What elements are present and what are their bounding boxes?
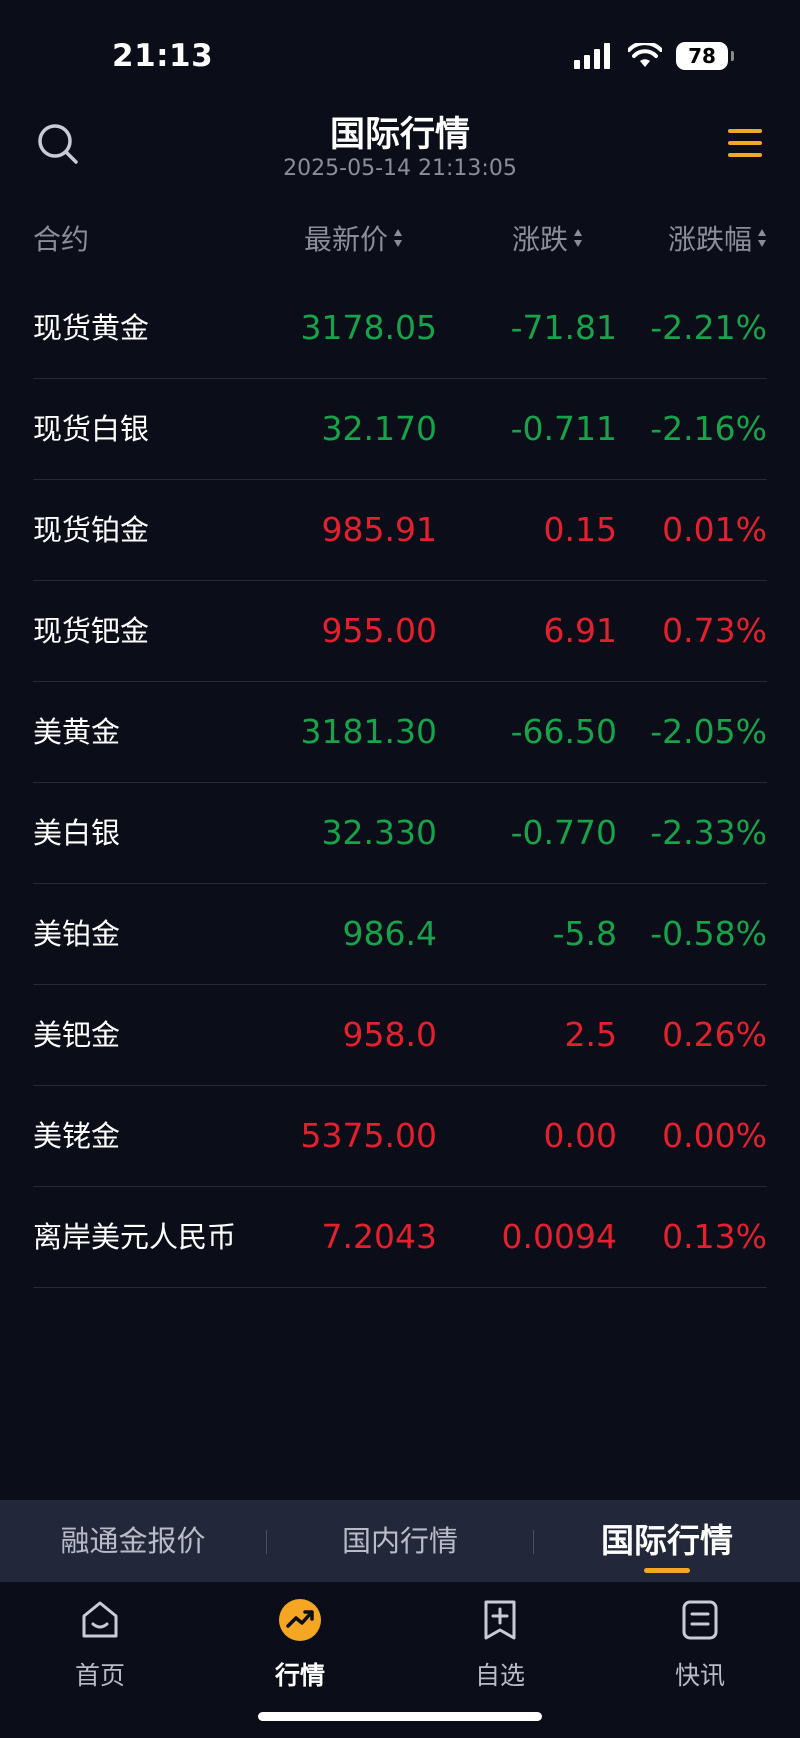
- change-percent: -2.21%: [650, 308, 767, 347]
- latest-price: 3178.05: [300, 308, 437, 347]
- nav-news-label: 快讯: [674, 1661, 725, 1690]
- instrument-name: 现货钯金: [33, 614, 150, 648]
- instrument-name: 美钯金: [33, 1018, 121, 1052]
- nav-home[interactable]: 首页: [0, 1590, 200, 1700]
- latest-price: 3181.30: [300, 712, 437, 751]
- nav-watchlist[interactable]: 自选: [400, 1590, 600, 1700]
- watchlist-icon: [484, 1600, 516, 1640]
- change-percent: 0.26%: [662, 1015, 767, 1054]
- price-change: 0.00: [543, 1116, 617, 1155]
- price-change: -0.711: [510, 409, 617, 448]
- sort-icon: [574, 229, 582, 247]
- price-change: 2.5: [564, 1015, 617, 1054]
- change-percent: -2.33%: [650, 813, 767, 852]
- price-change: 0.0094: [501, 1217, 617, 1256]
- instrument-name: 美铂金: [33, 917, 121, 951]
- sort-change-button[interactable]: 涨跌: [512, 218, 583, 258]
- instrument-name: 离岸美元人民币: [33, 1220, 237, 1254]
- quote-row[interactable]: 美钯金 958.0 2.5 0.26%: [33, 985, 767, 1086]
- latest-price: 32.330: [321, 813, 437, 852]
- nav-market[interactable]: 行情: [200, 1590, 400, 1700]
- column-name: 合约: [33, 218, 89, 258]
- column-name-label: 合约: [33, 223, 90, 256]
- price-change: -71.81: [510, 308, 617, 347]
- latest-price: 955.00: [321, 611, 437, 650]
- quote-row[interactable]: 现货铂金 985.91 0.15 0.01%: [33, 480, 767, 581]
- latest-price: 985.91: [321, 510, 437, 549]
- instrument-name: 美黄金: [33, 715, 121, 749]
- price-change: -5.8: [552, 914, 617, 953]
- column-header: 合约 最新价 涨跌 涨跌幅: [0, 210, 800, 266]
- active-tab-indicator: [644, 1568, 690, 1573]
- signal-icon: [574, 43, 610, 69]
- tab-domestic-market[interactable]: 国内行情: [267, 1500, 533, 1582]
- price-change: 0.15: [543, 510, 617, 549]
- column-price-label: 最新价: [303, 223, 388, 256]
- battery-level: 78: [688, 44, 716, 68]
- change-percent: -2.05%: [650, 712, 767, 751]
- change-percent: 0.01%: [662, 510, 767, 549]
- quote-row[interactable]: 现货黄金 3178.05 -71.81 -2.21%: [33, 278, 767, 379]
- change-percent: 0.73%: [662, 611, 767, 650]
- price-change: -0.770: [510, 813, 617, 852]
- battery-icon: 78: [676, 42, 734, 70]
- nav-news[interactable]: 快讯: [600, 1590, 800, 1700]
- home-indicator: [258, 1712, 542, 1721]
- status-icons: 78: [574, 42, 734, 70]
- instrument-name: 美铑金: [33, 1119, 121, 1153]
- update-timestamp: 2025-05-14 21:13:05: [283, 156, 517, 181]
- quote-row[interactable]: 美铑金 5375.00 0.00 0.00%: [33, 1086, 767, 1187]
- instrument-name: 现货铂金: [33, 513, 150, 547]
- latest-price: 5375.00: [300, 1116, 437, 1155]
- column-change-label: 涨跌: [511, 223, 568, 256]
- latest-price: 986.4: [342, 914, 437, 953]
- menu-icon[interactable]: [726, 126, 764, 160]
- page-title: 国际行情: [329, 115, 470, 155]
- sort-icon: [394, 229, 402, 247]
- quote-list: 现货黄金 3178.05 -71.81 -2.21% 现货白银 32.170 -…: [33, 278, 767, 1288]
- quote-row[interactable]: 美黄金 3181.30 -66.50 -2.05%: [33, 682, 767, 783]
- nav-home-label: 首页: [74, 1661, 125, 1690]
- news-icon: [682, 1600, 718, 1640]
- change-percent: -2.16%: [650, 409, 767, 448]
- instrument-name: 美白银: [33, 816, 121, 850]
- latest-price: 7.2043: [321, 1217, 437, 1256]
- latest-price: 958.0: [342, 1015, 437, 1054]
- change-percent: -0.58%: [650, 914, 767, 953]
- change-percent: 0.00%: [662, 1116, 767, 1155]
- quote-row[interactable]: 美白银 32.330 -0.770 -2.33%: [33, 783, 767, 884]
- price-change: -66.50: [510, 712, 617, 751]
- quote-row[interactable]: 现货白银 32.170 -0.711 -2.16%: [33, 379, 767, 480]
- home-icon: [82, 1601, 118, 1638]
- column-pct-label: 涨跌幅: [667, 223, 752, 256]
- sort-icon: [758, 229, 766, 247]
- status-time: 21:13: [112, 38, 214, 74]
- price-change: 6.91: [543, 611, 617, 650]
- page-header: 国际行情 2025-05-14 21:13:05: [0, 100, 800, 200]
- quote-row[interactable]: 美铂金 986.4 -5.8 -0.58%: [33, 884, 767, 985]
- instrument-name: 现货黄金: [33, 311, 150, 345]
- instrument-name: 现货白银: [33, 412, 150, 446]
- nav-market-label: 行情: [274, 1661, 325, 1690]
- change-percent: 0.13%: [662, 1217, 767, 1256]
- nav-watchlist-label: 自选: [474, 1661, 525, 1690]
- sort-price-button[interactable]: 最新价: [304, 218, 403, 258]
- market-icon: [279, 1599, 321, 1641]
- quote-row[interactable]: 现货钯金 955.00 6.91 0.73%: [33, 581, 767, 682]
- wifi-icon: [628, 43, 662, 67]
- latest-price: 32.170: [321, 409, 437, 448]
- status-bar: 21:13 78: [0, 0, 800, 110]
- sub-tab-bar: 融通金报价 国内行情 国际行情: [0, 1500, 800, 1582]
- sort-pct-button[interactable]: 涨跌幅: [668, 218, 767, 258]
- tab-rongtongjin-quote[interactable]: 融通金报价: [0, 1500, 266, 1582]
- quote-row[interactable]: 离岸美元人民币 7.2043 0.0094 0.13%: [33, 1187, 767, 1288]
